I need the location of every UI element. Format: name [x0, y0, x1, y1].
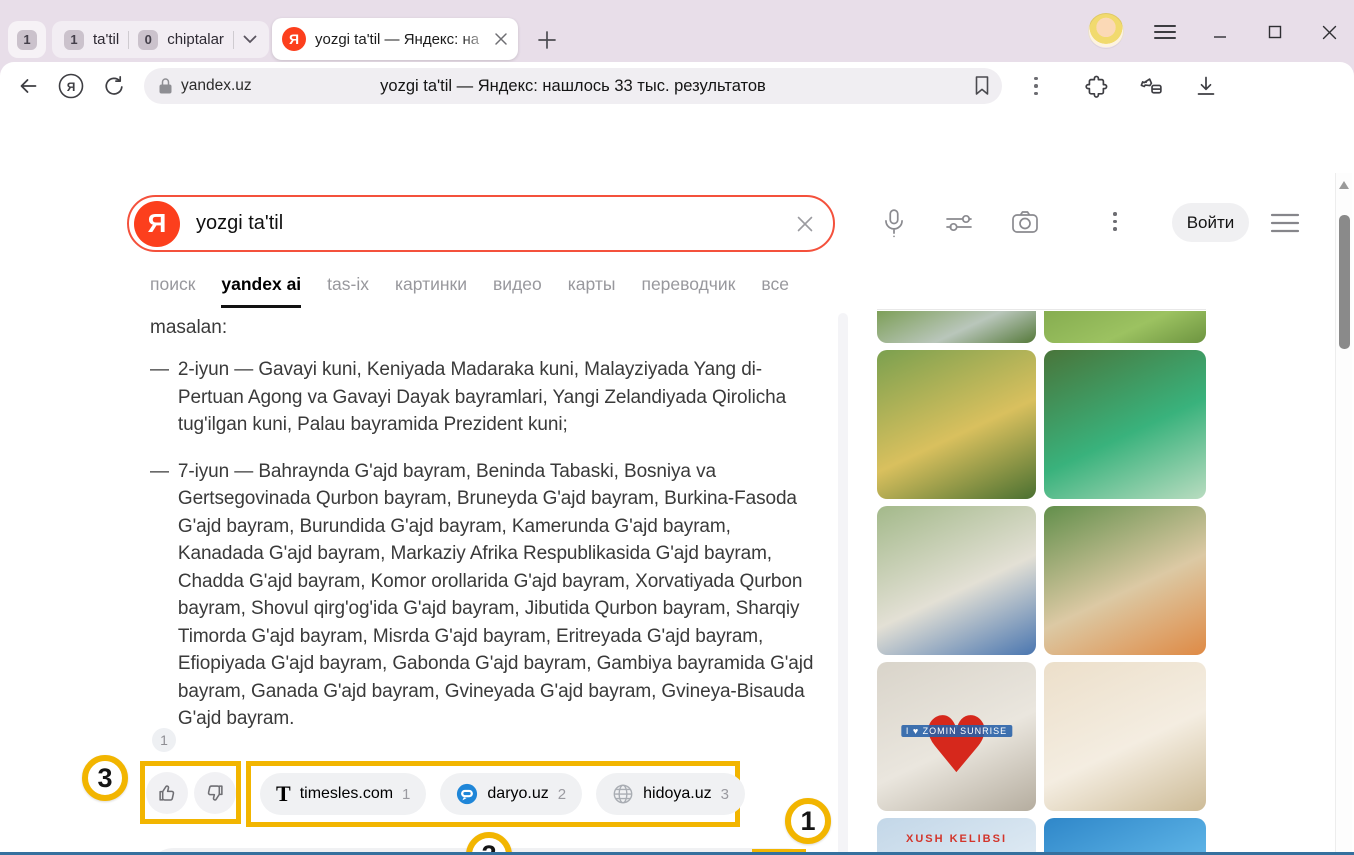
yandex-logo-icon: Я [282, 27, 306, 51]
extensions-puzzle-icon[interactable] [1084, 74, 1109, 99]
address-bar[interactable]: yandex.uz yozgi ta'til — Яндекс: нашлось… [144, 68, 1002, 104]
active-tab-title: yozgi ta'til — Яндекс: на [315, 31, 494, 48]
chevron-down-icon[interactable] [243, 35, 257, 44]
scroll-up-arrow-icon[interactable] [1339, 181, 1349, 189]
tab-vse[interactable]: все [761, 274, 789, 308]
photo-green-balloons-celebration[interactable] [1044, 350, 1206, 499]
annotation-step-3: 3 [82, 755, 128, 801]
source-chip-hidoya[interactable]: hidoya.uz 3 [596, 773, 745, 815]
tab-group[interactable]: 1 ta'til 0 chiptalar [52, 21, 269, 58]
feedback-highlight-box [140, 761, 241, 824]
photo-kids-group-top[interactable] [877, 311, 1036, 343]
image-caption: I ♥ ZOMIN SUNRISE [901, 725, 1012, 737]
search-more-icon[interactable] [1113, 212, 1117, 231]
tab-tas-ix[interactable]: tas-ix [327, 274, 369, 308]
tab-kartinki[interactable]: картинки [395, 274, 467, 308]
group-divider [233, 31, 234, 49]
photo-zomin-sunrise-heart-arch[interactable]: ♥ I ♥ ZOMIN SUNRISE [877, 662, 1036, 811]
tab-close-icon[interactable] [494, 32, 508, 46]
sources-highlight-box: T timesles.com 1 daryo.uz 2 hidoya.uz 3 [246, 761, 740, 827]
answer-intro: masalan: [150, 314, 816, 341]
window-maximize-button[interactable] [1262, 22, 1288, 42]
window-close-button[interactable] [1316, 22, 1342, 42]
search-input[interactable] [194, 211, 795, 236]
window-minimize-button[interactable] [1207, 22, 1233, 42]
chat-bubble-icon [456, 783, 478, 805]
search-box[interactable]: Я [127, 195, 835, 252]
letter-t-icon: T [276, 783, 291, 805]
scrollbar-thumb[interactable] [1339, 215, 1350, 349]
page-title: yozgi ta'til — Яндекс: нашлось 33 тыс. р… [144, 77, 1002, 96]
group-count-badge: 1 [64, 30, 84, 50]
yandex-logo-icon: Я [134, 201, 180, 247]
yandex-services-icon[interactable]: Я [58, 73, 84, 99]
active-tab[interactable]: Я yozgi ta'til — Яндекс: на [272, 18, 518, 60]
browser-menu-icon[interactable] [1152, 22, 1178, 42]
photo-xush-kelibsiz-arch[interactable]: XUSH KELIBSI [877, 818, 1036, 855]
page-scrollbar[interactable] [1335, 173, 1352, 855]
pinned-tab[interactable]: 1 [8, 21, 46, 58]
source-chip-daryo[interactable]: daryo.uz 2 [440, 773, 582, 815]
photo-chess-in-park[interactable] [877, 506, 1036, 655]
clear-search-icon[interactable] [795, 214, 815, 234]
answer-paragraph: — 7-iyun — Bahraynda G'ajd bayram, Benin… [150, 458, 816, 733]
lock-icon [158, 77, 173, 95]
tab-karty[interactable]: карты [568, 274, 616, 308]
globe-icon [612, 783, 634, 805]
tab-yandex-ai[interactable]: yandex ai [221, 274, 301, 308]
tab-perevodchik[interactable]: переводчик [641, 274, 735, 308]
footnote-badge[interactable]: 1 [152, 728, 176, 752]
back-icon[interactable] [16, 74, 40, 98]
answer-paragraph: — 2-iyun — Gavayi kuni, Keniyada Madarak… [150, 356, 816, 439]
toolbar: Я yandex.uz yozgi ta'til — Яндекс: нашло… [0, 62, 1354, 110]
group-divider [128, 31, 129, 49]
download-icon[interactable] [1194, 74, 1218, 98]
answer-scrollbar-track[interactable] [838, 313, 848, 855]
heart-icon: ♥ [922, 707, 992, 785]
group-count-badge: 0 [138, 30, 158, 50]
group-label: chiptalar [167, 31, 224, 48]
source-chip-timesles[interactable]: T timesles.com 1 [260, 773, 426, 815]
titlebar: 1 1 ta'til 0 chiptalar Я yozgi ta'til — … [0, 0, 1354, 62]
voice-search-icon[interactable] [881, 208, 907, 238]
pinned-tab-count: 1 [17, 30, 37, 50]
thumbs-up-button[interactable] [146, 772, 188, 814]
refresh-icon[interactable] [102, 74, 126, 98]
image-caption: XUSH KELIBSI [906, 833, 1007, 845]
photo-pool-kids-floats[interactable] [1044, 818, 1206, 855]
browser-window: 1 1 ta'til 0 chiptalar Я yozgi ta'til — … [0, 0, 1354, 855]
photo-kids-hands-up-caps[interactable] [1044, 506, 1206, 655]
ai-answer: masalan: — 2-iyun — Gavayi kuni, Keniyad… [150, 314, 816, 752]
photo-kids-circle-hands-up[interactable] [877, 350, 1036, 499]
svg-text:Я: Я [67, 80, 76, 94]
photo-green-lawn[interactable] [1044, 311, 1206, 343]
browser-content: Я yandex.uz yozgi ta'til — Яндекс: нашло… [0, 62, 1354, 855]
toolbar-more-icon[interactable] [1034, 77, 1038, 96]
image-search-camera-icon[interactable] [1010, 208, 1040, 236]
photo-indoor-games-balloons[interactable] [1044, 662, 1206, 811]
group-label: ta'til [93, 31, 119, 48]
new-tab-button[interactable] [532, 25, 562, 55]
url-host: yandex.uz [181, 77, 252, 95]
password-key-icon[interactable] [1139, 74, 1164, 99]
tab-video[interactable]: видео [493, 274, 542, 308]
search-nav-tabs: поиск yandex ai tas-ix картинки видео ка… [150, 274, 789, 308]
menu-hamburger-icon[interactable] [1270, 212, 1300, 234]
annotation-step-1: 1 [785, 798, 831, 844]
search-settings-icon[interactable] [944, 211, 974, 235]
tab-poisk[interactable]: поиск [150, 274, 195, 308]
profile-avatar[interactable] [1088, 13, 1124, 49]
login-button[interactable]: Войти [1172, 203, 1249, 242]
thumbs-down-button[interactable] [194, 772, 236, 814]
bookmark-icon[interactable] [974, 75, 990, 96]
image-results-panel: ♥ I ♥ ZOMIN SUNRISE XUSH KELIBSI [877, 309, 1206, 855]
